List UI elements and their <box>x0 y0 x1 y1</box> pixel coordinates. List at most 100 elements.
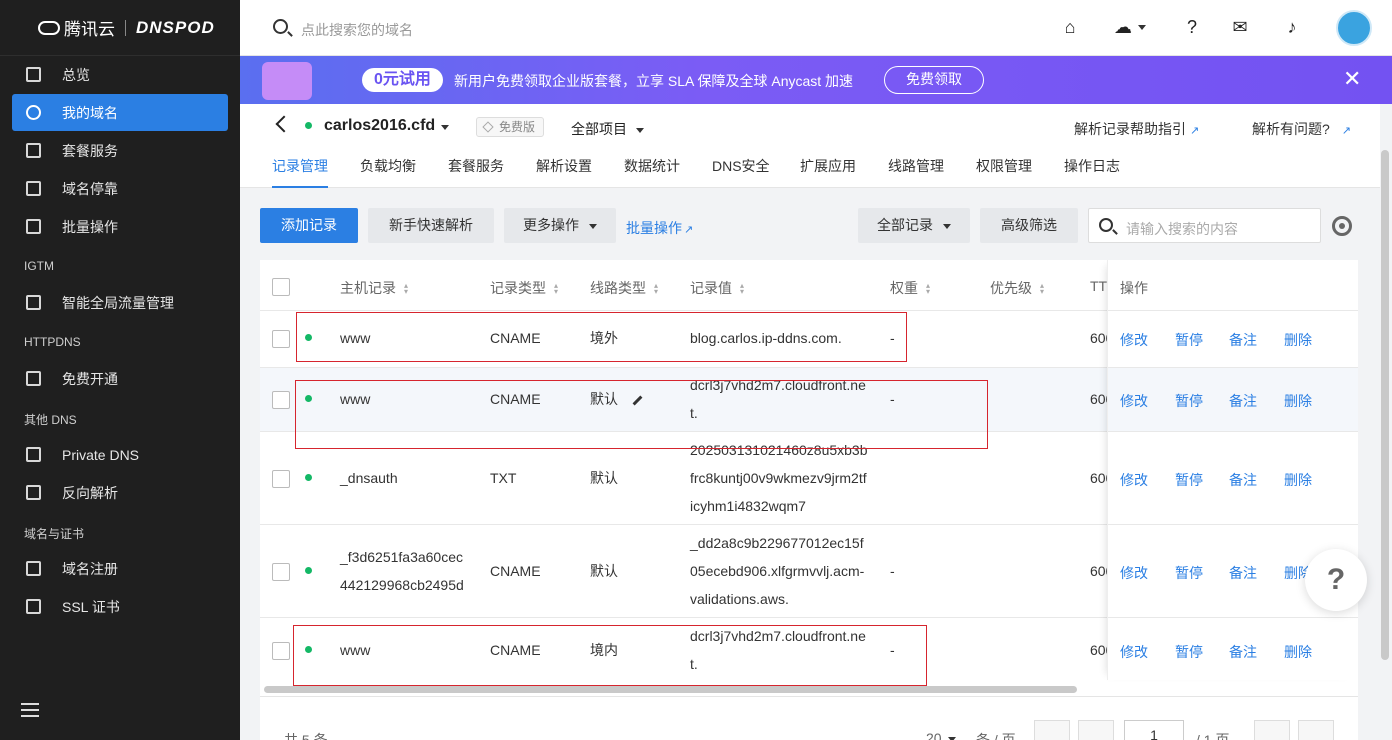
sidebar-item-reverse-dns[interactable]: 反向解析 <box>12 474 228 511</box>
back-arrow-icon[interactable] <box>275 115 293 133</box>
register-icon <box>26 561 41 576</box>
gear-icon[interactable] <box>1332 216 1352 236</box>
column-header-host[interactable]: 主机记录 ▴ ▾ <box>340 278 408 298</box>
dashboard-icon <box>26 67 41 82</box>
tab-packages[interactable]: 套餐服务 <box>448 156 504 188</box>
horizontal-scrollbar[interactable] <box>264 686 1077 693</box>
sidebar-item-private-dns[interactable]: Private DNS <box>12 436 228 473</box>
sidebar-item-my-domains[interactable]: 我的域名 <box>12 94 228 131</box>
domain-name[interactable]: carlos2016.cfd <box>324 117 435 135</box>
wechat-icon[interactable]: ✉ <box>1229 16 1251 38</box>
column-header-weight[interactable]: 权重 ▴ ▾ <box>890 278 930 298</box>
column-header-ttl[interactable]: TTL <box>1090 278 1108 294</box>
edit-record-link[interactable]: 修改 <box>1120 330 1148 350</box>
sidebar-item-batch[interactable]: 批量操作 <box>12 208 228 245</box>
prev-page-button[interactable] <box>1078 720 1114 740</box>
help-icon[interactable]: ? <box>1181 16 1203 38</box>
column-header-value[interactable]: 记录值 ▴ ▾ <box>690 278 744 298</box>
pause-record-link[interactable]: 暂停 <box>1175 330 1203 350</box>
sidebar-item-traffic-management[interactable]: 智能全局流量管理 <box>12 284 228 321</box>
tab-dns-security[interactable]: DNS安全 <box>712 156 770 188</box>
last-page-button[interactable] <box>1298 720 1334 740</box>
chevron-down-icon <box>636 127 644 133</box>
per-page-label: 条 / 页 <box>976 732 1016 740</box>
note-record-link[interactable]: 备注 <box>1229 470 1257 490</box>
row-checkbox[interactable] <box>272 642 290 660</box>
pause-record-link[interactable]: 暂停 <box>1175 642 1203 662</box>
edit-record-link[interactable]: 修改 <box>1120 563 1148 583</box>
all-records-filter[interactable]: 全部记录 <box>858 208 970 243</box>
cloud-menu-icon[interactable]: ☁ <box>1110 16 1150 38</box>
row-checkbox[interactable] <box>272 563 290 581</box>
delete-record-link[interactable]: 删除 <box>1284 470 1312 490</box>
tab-statistics[interactable]: 数据统计 <box>624 156 680 188</box>
column-header-priority[interactable]: 优先级 ▴ ▾ <box>990 278 1044 298</box>
quick-resolve-button[interactable]: 新手快速解析 <box>368 208 494 243</box>
select-all-checkbox[interactable] <box>272 278 290 296</box>
vertical-scrollbar[interactable] <box>1381 150 1389 660</box>
tab-logs[interactable]: 操作日志 <box>1064 156 1120 188</box>
sidebar-item-ssl[interactable]: SSL 证书 <box>12 588 228 625</box>
sidebar-item-free-activate[interactable]: 免费开通 <box>12 360 228 397</box>
chevron-down-icon[interactable] <box>441 125 449 130</box>
delete-record-link[interactable]: 删除 <box>1284 391 1312 411</box>
floating-help-button[interactable]: ? <box>1305 549 1367 611</box>
record-search-input[interactable]: 请输入搜索的内容 <box>1088 208 1321 243</box>
resolve-problem-link[interactable]: 解析有问题? ↗ <box>1252 119 1351 139</box>
row-checkbox[interactable] <box>272 391 290 409</box>
note-record-link[interactable]: 备注 <box>1229 563 1257 583</box>
project-select[interactable]: 全部项目 <box>571 119 644 139</box>
next-page-button[interactable] <box>1254 720 1290 740</box>
edit-record-link[interactable]: 修改 <box>1120 642 1148 662</box>
note-record-link[interactable]: 备注 <box>1229 330 1257 350</box>
close-icon[interactable]: ✕ <box>1343 67 1361 91</box>
tab-load-balance[interactable]: 负载均衡 <box>360 156 416 188</box>
home-icon[interactable]: ⌂ <box>1059 16 1081 38</box>
first-page-button[interactable] <box>1034 720 1070 740</box>
edit-record-link[interactable]: 修改 <box>1120 470 1148 490</box>
bell-icon[interactable]: ♪ <box>1281 16 1303 38</box>
tab-records[interactable]: 记录管理 <box>272 156 328 188</box>
tab-permissions[interactable]: 权限管理 <box>976 156 1032 188</box>
record-help-link[interactable]: 解析记录帮助指引 ↗ <box>1074 119 1199 139</box>
domain-search-input[interactable]: 点此搜索您的域名 <box>301 20 413 40</box>
more-actions-button[interactable]: 更多操作 <box>504 208 616 243</box>
note-record-link[interactable]: 备注 <box>1229 642 1257 662</box>
pause-record-link[interactable]: 暂停 <box>1175 391 1203 411</box>
menu-collapse-icon[interactable] <box>21 703 39 717</box>
sidebar-item-domain-register[interactable]: 域名注册 <box>12 550 228 587</box>
pause-record-link[interactable]: 暂停 <box>1175 563 1203 583</box>
domain-status-dot <box>305 122 312 129</box>
column-header-line[interactable]: 线路类型 ▴ ▾ <box>590 278 658 298</box>
logo[interactable]: 腾讯云 DNSPOD <box>0 0 240 56</box>
sidebar-item-domain-parking[interactable]: 域名停靠 <box>12 170 228 207</box>
sidebar-item-packages[interactable]: 套餐服务 <box>12 132 228 169</box>
sort-icon: ▴ ▾ <box>1040 281 1045 297</box>
sidebar-item-label: Private DNS <box>62 446 140 463</box>
delete-record-link[interactable]: 删除 <box>1284 642 1312 662</box>
sidebar-item-overview[interactable]: 总览 <box>12 56 228 93</box>
row-checkbox[interactable] <box>272 330 290 348</box>
batch-link[interactable]: 批量操作 ↗ <box>626 218 693 238</box>
record-ttl: 600 <box>1090 391 1108 407</box>
tab-extensions[interactable]: 扩展应用 <box>800 156 856 188</box>
column-header-type[interactable]: 记录类型 ▴ ▾ <box>490 278 558 298</box>
diamond-icon <box>482 121 494 133</box>
sort-icon: ▴ ▾ <box>404 281 409 297</box>
add-record-button[interactable]: 添加记录 <box>260 208 358 243</box>
sidebar-item-label: 总览 <box>62 66 90 83</box>
advanced-filter-button[interactable]: 高级筛选 <box>980 208 1078 243</box>
page-number-input[interactable]: 1 <box>1124 720 1184 740</box>
row-checkbox[interactable] <box>272 470 290 488</box>
edit-record-link[interactable]: 修改 <box>1120 391 1148 411</box>
tab-lines[interactable]: 线路管理 <box>888 156 944 188</box>
page-size-select[interactable]: 20 <box>926 730 956 740</box>
avatar[interactable] <box>1336 10 1372 46</box>
claim-button[interactable]: 免费领取 <box>884 66 984 94</box>
delete-record-link[interactable]: 删除 <box>1284 330 1312 350</box>
nav-group-domain-cert: 域名与证书 <box>24 527 85 541</box>
note-record-link[interactable]: 备注 <box>1229 391 1257 411</box>
record-help-label: 解析记录帮助指引 <box>1074 121 1186 137</box>
tab-settings[interactable]: 解析设置 <box>536 156 592 188</box>
pause-record-link[interactable]: 暂停 <box>1175 470 1203 490</box>
